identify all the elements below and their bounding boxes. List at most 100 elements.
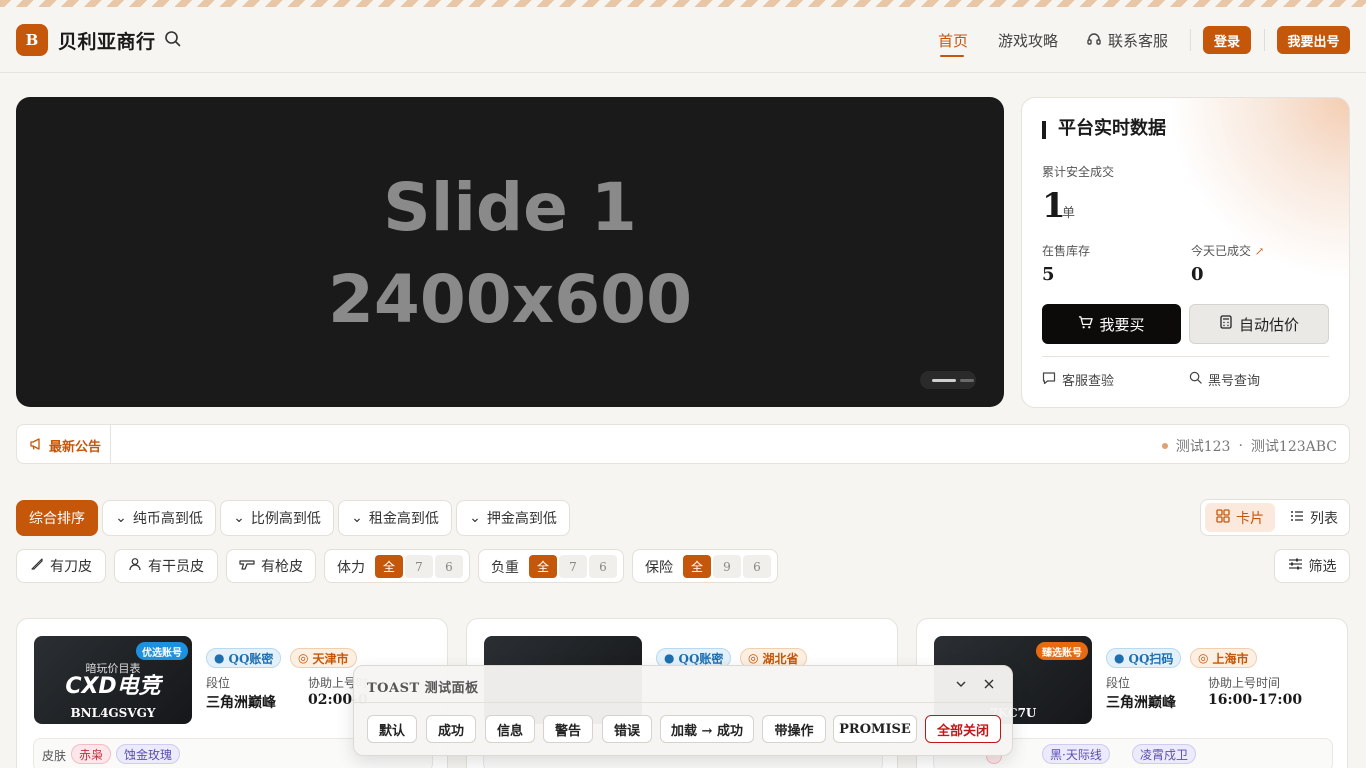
announcement-item[interactable]: 测试123 [1176,436,1231,456]
chevron-down-icon: ⌄ [115,510,127,526]
stock-label: 在售库存 [1042,244,1091,258]
search-icon[interactable] [164,30,184,50]
skin-tag: 黑·天际线 [1042,744,1110,764]
carousel-dot[interactable] [960,379,974,382]
toast-warning-button[interactable]: 警告 [543,715,593,743]
sort-coin-label: 纯币高到低 [132,511,203,527]
today-deals-label: 今天已成交 [1191,244,1252,258]
announcement-label: 最新公告 [49,440,102,455]
sell-account-button[interactable]: 我要出号 [1277,26,1350,54]
slide-title: Slide 1 [383,169,637,246]
nav-contact-support[interactable]: 联系客服 [1086,30,1168,51]
login-button[interactable]: 登录 [1203,26,1251,54]
toast-test-panel: TOAST 测试面板 默认 成功 信息 警告 错误 加载 → 成功 带操作 PR… [353,665,1013,756]
close-icon[interactable] [981,676,997,692]
insurance-option[interactable]: 6 [743,555,771,578]
thumbnail-logo: CXD电竞 [65,674,161,699]
rank-value: 三角洲巅峰 [206,695,276,711]
toast-loading-success-button[interactable]: 加载 → 成功 [660,715,754,743]
sort-ratio[interactable]: ⌄ 比例高到低 [220,500,334,536]
assist-time-label: 协助上号时间 [1208,676,1281,690]
filter-button-label: 筛选 [1308,559,1337,575]
rank-label: 段位 [1106,676,1131,690]
calculator-icon [1219,315,1233,333]
premium-ribbon: 优选账号 [136,642,188,660]
today-deals-value: 0 [1191,264,1204,285]
user-icon [128,557,142,575]
gun-icon [239,557,255,575]
sort-rent[interactable]: ⌄ 租金高到低 [338,500,452,536]
filter-weight: 负重 全 7 6 [478,549,624,583]
account-thumbnail[interactable]: 暗玩价目表 CXD电竞 BNL4GSVGY 优选账号 [34,636,192,724]
support-check-link[interactable]: 客服查验 [1042,370,1114,389]
blacklist-query-link[interactable]: 黑号查询 [1189,370,1260,389]
filter-operator-skin[interactable]: 有干员皮 [114,549,218,583]
divider [354,702,1012,703]
insurance-option[interactable]: 9 [713,555,741,578]
stats-title: 平台实时数据 [1042,120,1166,139]
headset-icon [1086,31,1102,51]
brand-name[interactable]: 贝利亚商行 [58,27,156,54]
region-label: 上海市 [1212,651,1249,666]
region-tag: ◎ 天津市 [290,648,357,668]
weight-option[interactable]: 7 [559,555,587,578]
weight-label: 负重 [491,560,519,576]
search-icon [1189,371,1202,388]
filter-gun-skin[interactable]: 有枪皮 [226,549,316,583]
chat-icon [1042,371,1056,389]
divider [1042,356,1329,357]
login-type-label: QQ扫码 [1128,651,1174,666]
weight-option[interactable]: 6 [589,555,617,578]
toast-close-all-button[interactable]: 全部关闭 [925,715,1001,743]
toast-error-button[interactable]: 错误 [602,715,652,743]
weight-option-all[interactable]: 全 [529,555,557,578]
filter-button[interactable]: 筛选 [1274,549,1350,583]
rank-label: 段位 [206,676,231,690]
stock-value: 5 [1042,264,1055,285]
knife-icon [30,557,44,575]
total-deals-unit: 单 [1062,206,1076,221]
sort-ratio-label: 比例高到低 [250,511,321,527]
qq-icon: ● [664,651,675,665]
view-card-button[interactable]: 卡片 [1205,503,1275,532]
nav-contact-label: 联系客服 [1108,32,1169,50]
nav-game-guide[interactable]: 游戏攻略 [998,30,1058,51]
sort-deposit[interactable]: ⌄ 押金高到低 [456,500,570,536]
view-list-button[interactable]: 列表 [1281,503,1347,532]
toast-default-button[interactable]: 默认 [367,715,417,743]
toast-action-button[interactable]: 带操作 [762,715,826,743]
insurance-option-all[interactable]: 全 [683,555,711,578]
insurance-label: 保险 [645,560,673,576]
total-deals-label: 累计安全成交 [1042,165,1115,179]
toast-success-button[interactable]: 成功 [426,715,476,743]
login-type-tag: ● QQ扫码 [1106,648,1182,668]
announcement-item[interactable]: 测试123ABC [1251,436,1337,456]
filter-stamina: 体力 全 7 6 [324,549,470,583]
announcement-ticker[interactable]: 测试123 · 测试123ABC [1161,436,1337,456]
toast-info-button[interactable]: 信息 [485,715,535,743]
toast-promise-button[interactable]: PROMISE [833,715,917,743]
collapse-chevron-icon[interactable] [953,676,969,692]
sort-coin[interactable]: ⌄ 纯币高到低 [102,500,216,536]
divider [1264,29,1265,51]
carousel-dot-active[interactable] [932,379,956,382]
auto-estimate-button[interactable]: 自动估价 [1189,304,1329,344]
stamina-option-all[interactable]: 全 [375,555,403,578]
filter-gun-label: 有枪皮 [261,559,303,575]
buy-button[interactable]: 我要买 [1042,304,1181,344]
skin-tag: 凌霄戍卫 [1132,744,1197,764]
logo-badge[interactable]: B [16,24,48,56]
bullet-dot [1161,443,1168,449]
nav-home[interactable]: 首页 [938,30,968,51]
filter-knife-skin[interactable]: 有刀皮 [16,549,106,583]
filter-insurance: 保险 全 9 6 [632,549,778,583]
megaphone-icon [29,437,43,455]
banner-carousel[interactable]: Slide 1 2400x600 [16,97,1004,407]
stamina-option[interactable]: 7 [405,555,433,578]
stamina-option[interactable]: 6 [435,555,463,578]
chevron-down-icon: ⌄ [351,510,363,526]
announcement-bar: 最新公告 测试123 · 测试123ABC [16,424,1350,464]
sort-default[interactable]: 综合排序 [16,500,98,536]
chevron-down-icon: ⌄ [233,510,245,526]
estimate-label: 自动估价 [1238,315,1299,334]
